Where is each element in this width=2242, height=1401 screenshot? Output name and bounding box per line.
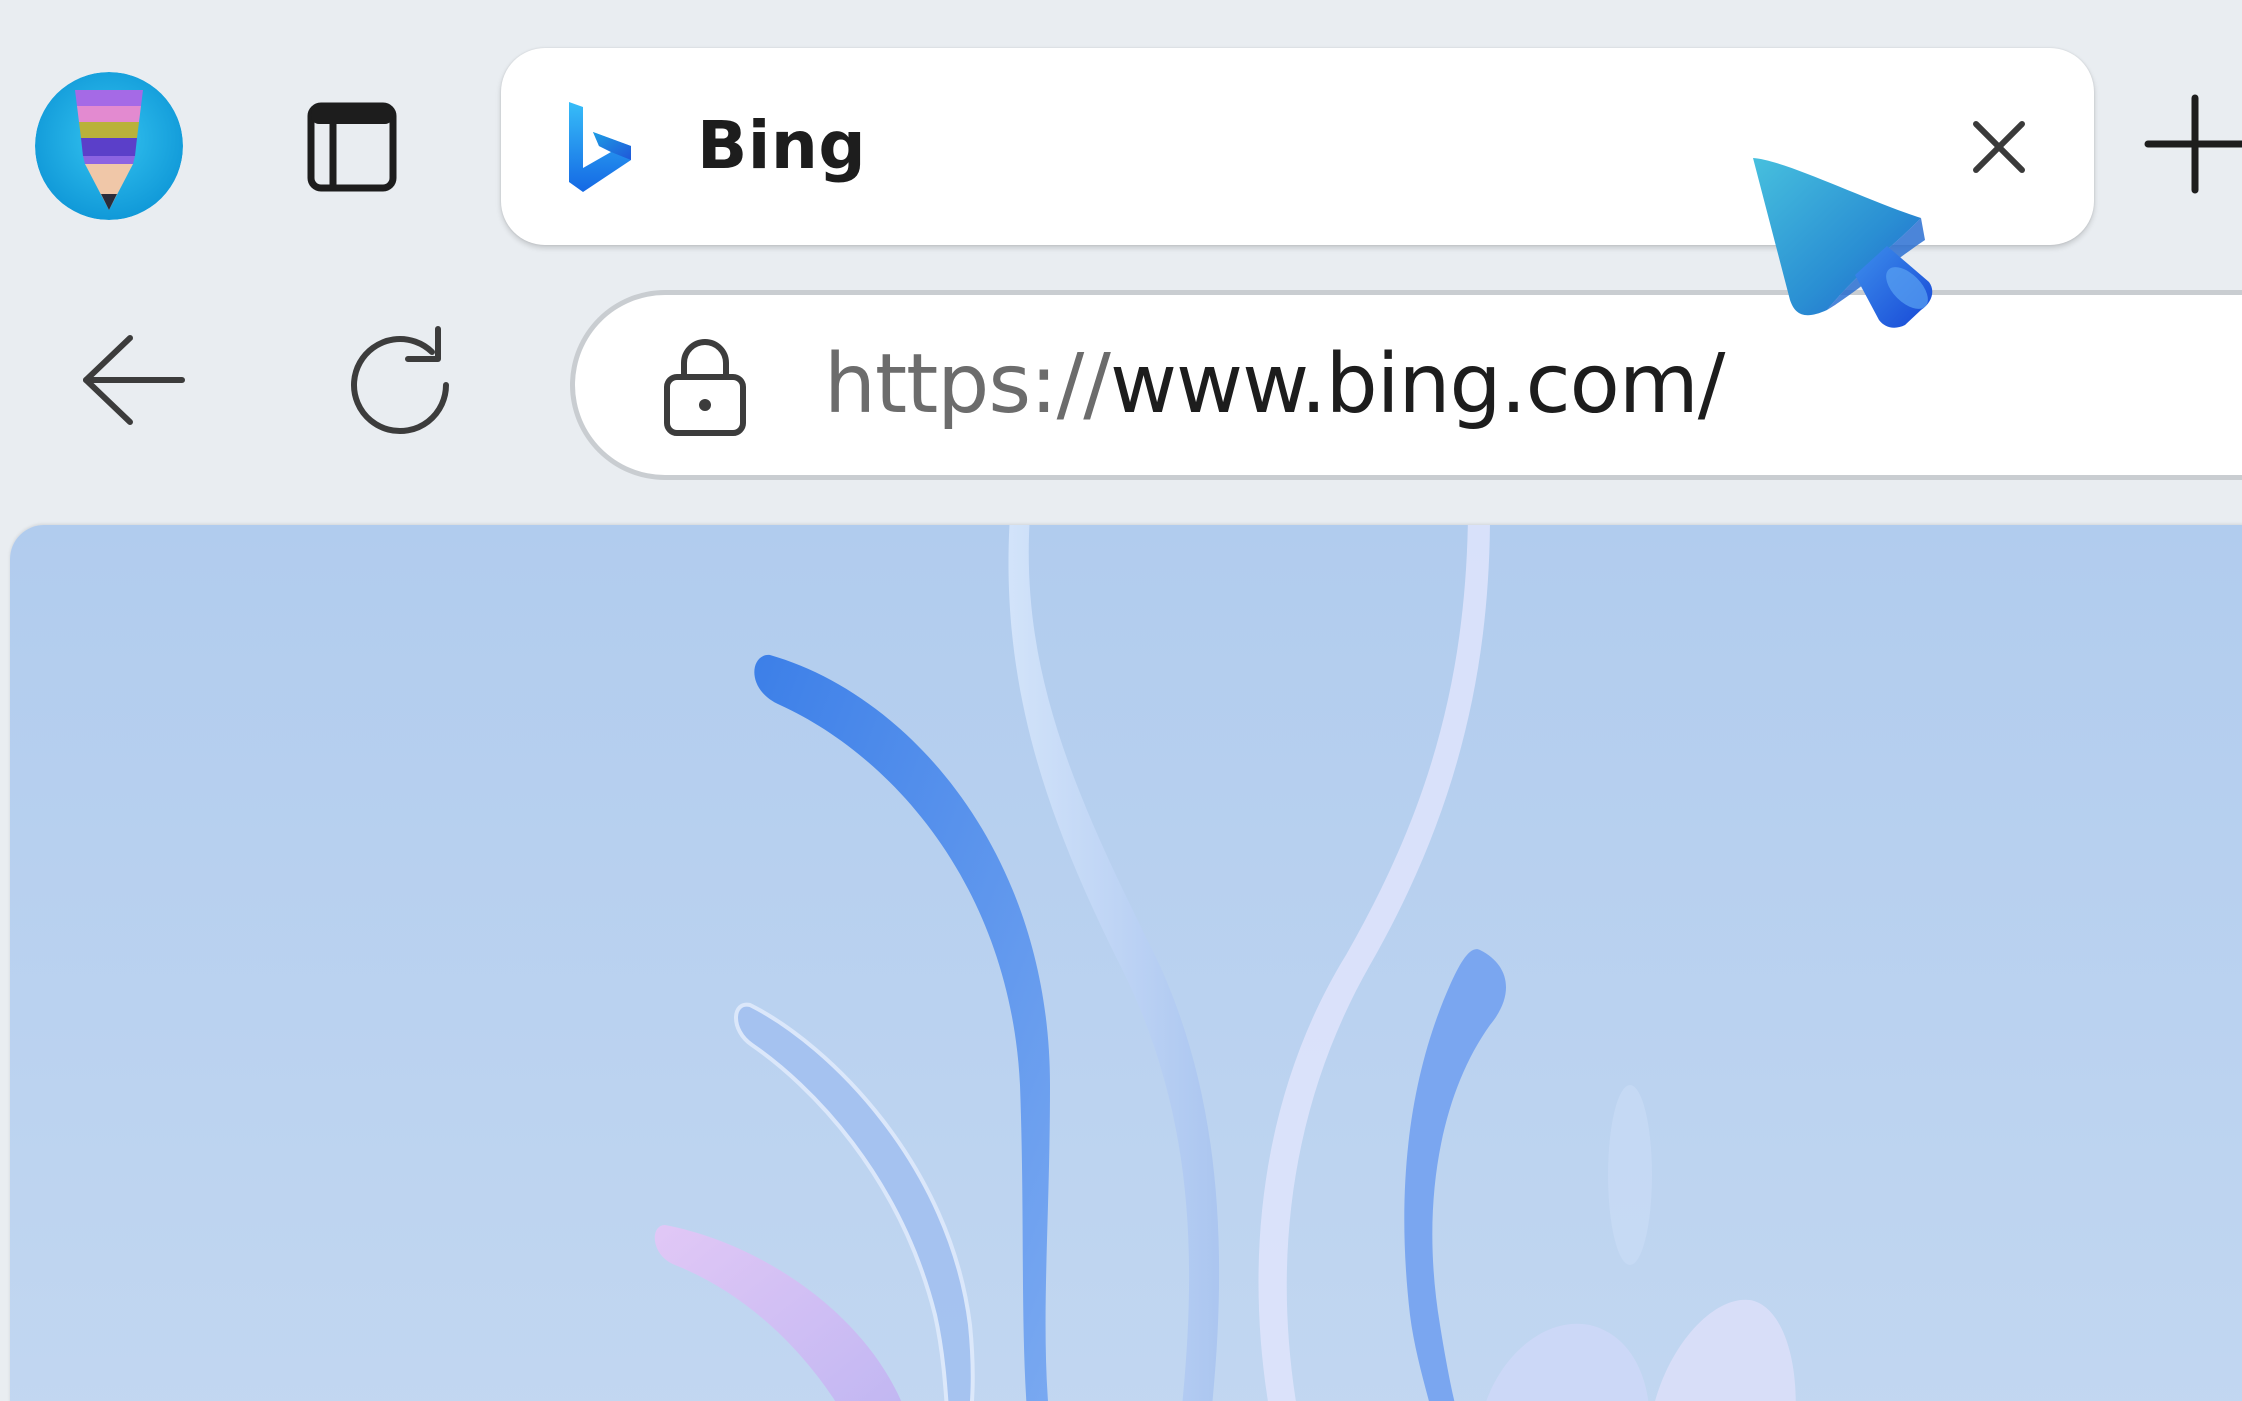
vertical-tabs-button[interactable] (305, 100, 399, 194)
close-icon (1973, 121, 2025, 173)
tab-title: Bing (697, 107, 867, 184)
new-tab-button[interactable] (2140, 90, 2242, 200)
vertical-tabs-icon (307, 102, 397, 192)
url-scheme: https:// (824, 337, 1111, 432)
back-button[interactable] (78, 330, 188, 430)
browser-window: Bing https://www.bing.com/ (0, 0, 2242, 1401)
page-content (10, 525, 2242, 1401)
arrow-left-icon (83, 335, 185, 425)
profile-avatar[interactable] (35, 72, 183, 220)
pencil-avatar-icon (35, 72, 183, 220)
refresh-button[interactable] (340, 325, 460, 445)
tab-bing[interactable]: Bing (501, 48, 2094, 245)
url-text[interactable]: https://www.bing.com/ (824, 335, 1725, 435)
bing-logo-icon (569, 102, 631, 192)
lock-icon (664, 339, 746, 436)
refresh-icon (351, 326, 449, 435)
url-host: www.bing.com/ (1109, 337, 1725, 432)
plus-icon (2144, 94, 2242, 194)
tab-close-button[interactable] (1964, 112, 2034, 182)
abstract-blue-flower-wallpaper (10, 525, 2242, 1401)
address-bar[interactable]: https://www.bing.com/ (570, 290, 2242, 480)
